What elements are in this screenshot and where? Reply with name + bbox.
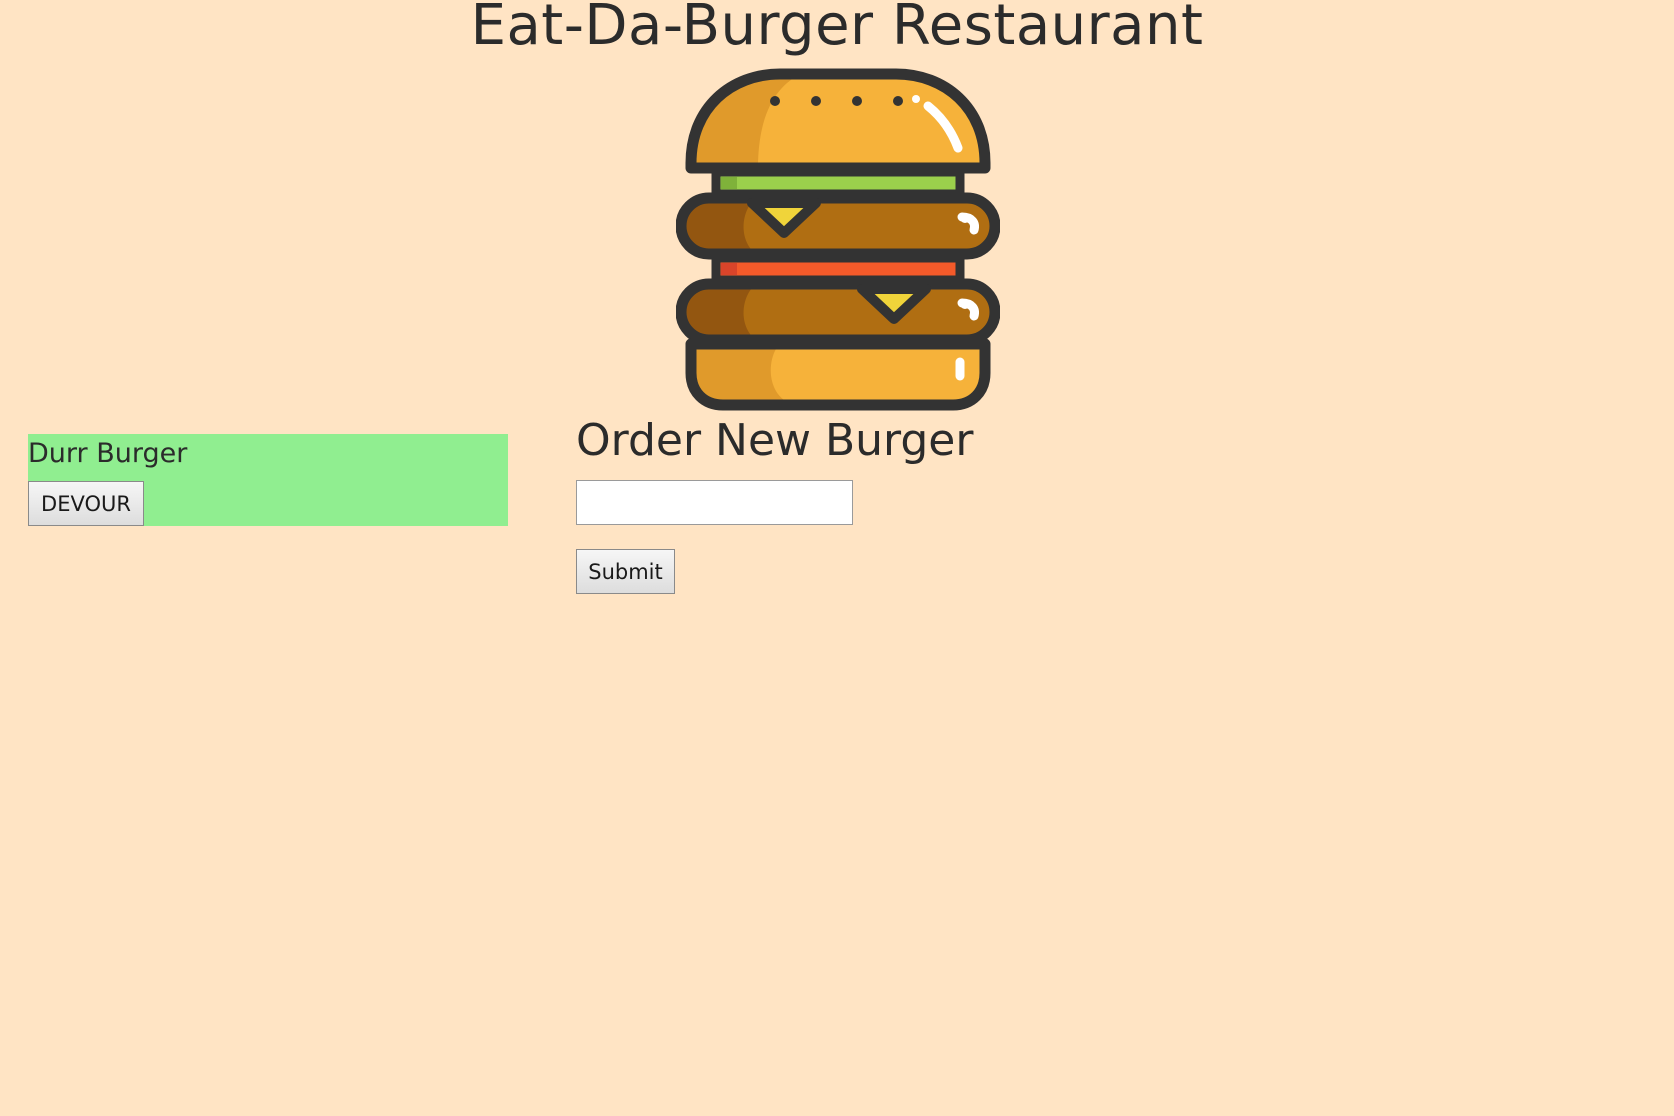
burger-icon	[676, 68, 1000, 411]
page-title: Eat-Da-Burger Restaurant	[470, 0, 1204, 58]
devour-button[interactable]: DEVOUR	[28, 481, 144, 526]
submit-button[interactable]: Submit	[576, 549, 675, 594]
burger-card: Durr Burger DEVOUR	[28, 434, 508, 526]
order-form-heading: Order New Burger	[576, 415, 974, 466]
burger-name: Durr Burger	[28, 438, 188, 469]
burger-name-input[interactable]	[576, 480, 853, 525]
